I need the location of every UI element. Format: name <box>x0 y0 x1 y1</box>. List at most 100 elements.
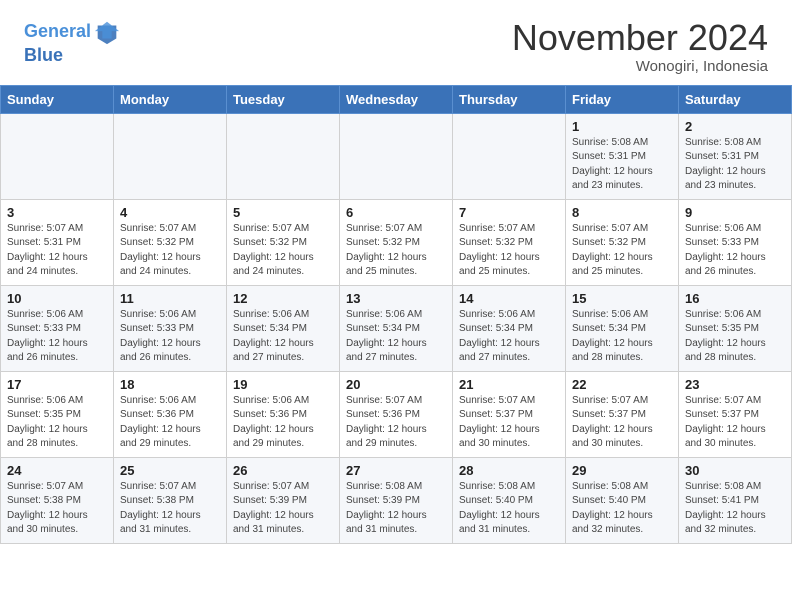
day-cell <box>114 113 227 199</box>
day-number: 2 <box>685 119 785 134</box>
day-info: Sunrise: 5:06 AM Sunset: 5:33 PM Dayligh… <box>7 308 107 366</box>
weekday-header-row: SundayMondayTuesdayWednesdayThursdayFrid… <box>1 85 792 113</box>
day-number: 15 <box>572 291 672 306</box>
day-cell: 20 Sunrise: 5:07 AM Sunset: 5:36 PM Dayli… <box>340 371 453 457</box>
day-info: Sunrise: 5:07 AM Sunset: 5:37 PM Dayligh… <box>572 394 672 452</box>
day-cell: 13Sunrise: 5:06 AM Sunset: 5:34 PM Dayli… <box>340 285 453 371</box>
title-block: November 2024 Wonogiri, Indonesia <box>512 18 768 75</box>
day-info: Sunrise: 5:06 AM Sunset: 5:33 PM Dayligh… <box>120 308 220 366</box>
day-cell: 25Sunrise: 5:07 AM Sunset: 5:38 PM Dayli… <box>114 457 227 543</box>
day-number: 21 <box>459 377 559 392</box>
day-info: Sunrise: 5:07 AM Sunset: 5:32 PM Dayligh… <box>120 222 220 280</box>
day-info: Sunrise: 5:06 AM Sunset: 5:34 PM Dayligh… <box>572 308 672 366</box>
day-number: 8 <box>572 205 672 220</box>
day-cell: 10 Sunrise: 5:06 AM Sunset: 5:33 PM Dayli… <box>1 285 114 371</box>
day-info: Sunrise: 5:07 AM Sunset: 5:32 PM Dayligh… <box>233 222 333 280</box>
day-number: 24 <box>7 463 107 478</box>
weekday-saturday: Saturday <box>679 85 792 113</box>
month-title: November 2024 <box>512 18 768 58</box>
weekday-tuesday: Tuesday <box>227 85 340 113</box>
weekday-monday: Monday <box>114 85 227 113</box>
day-number: 23 <box>685 377 785 392</box>
day-number: 20 <box>346 377 446 392</box>
day-cell: 14 Sunrise: 5:06 AM Sunset: 5:34 PM Dayli… <box>453 285 566 371</box>
day-info: Sunrise: 5:08 AM Sunset: 5:39 PM Dayligh… <box>346 480 446 538</box>
day-cell: 22 Sunrise: 5:07 AM Sunset: 5:37 PM Dayli… <box>566 371 679 457</box>
day-info: Sunrise: 5:06 AM Sunset: 5:36 PM Dayligh… <box>120 394 220 452</box>
header: General Blue November 2024 Wonogiri, Ind… <box>0 0 792 85</box>
day-info: Sunrise: 5:07 AM Sunset: 5:38 PM Dayligh… <box>120 480 220 538</box>
day-number: 28 <box>459 463 559 478</box>
location: Wonogiri, Indonesia <box>512 58 768 75</box>
day-info: Sunrise: 5:08 AM Sunset: 5:40 PM Dayligh… <box>459 480 559 538</box>
day-cell: 16 Sunrise: 5:06 AM Sunset: 5:35 PM Dayli… <box>679 285 792 371</box>
day-number: 17 <box>7 377 107 392</box>
day-cell: 27Sunrise: 5:08 AM Sunset: 5:39 PM Dayli… <box>340 457 453 543</box>
weekday-friday: Friday <box>566 85 679 113</box>
day-number: 16 <box>685 291 785 306</box>
day-info: Sunrise: 5:07 AM Sunset: 5:39 PM Dayligh… <box>233 480 333 538</box>
day-cell <box>453 113 566 199</box>
day-number: 30 <box>685 463 785 478</box>
day-info: Sunrise: 5:07 AM Sunset: 5:32 PM Dayligh… <box>459 222 559 280</box>
day-cell: 6Sunrise: 5:07 AM Sunset: 5:32 PM Daylig… <box>340 199 453 285</box>
day-cell: 5 Sunrise: 5:07 AM Sunset: 5:32 PM Daylig… <box>227 199 340 285</box>
day-cell: 15 Sunrise: 5:06 AM Sunset: 5:34 PM Dayli… <box>566 285 679 371</box>
day-info: Sunrise: 5:06 AM Sunset: 5:34 PM Dayligh… <box>233 308 333 366</box>
weekday-wednesday: Wednesday <box>340 85 453 113</box>
day-cell: 21Sunrise: 5:07 AM Sunset: 5:37 PM Dayli… <box>453 371 566 457</box>
day-number: 12 <box>233 291 333 306</box>
day-cell <box>340 113 453 199</box>
day-cell: 26 Sunrise: 5:07 AM Sunset: 5:39 PM Dayli… <box>227 457 340 543</box>
day-cell: 24Sunrise: 5:07 AM Sunset: 5:38 PM Dayli… <box>1 457 114 543</box>
day-info: Sunrise: 5:06 AM Sunset: 5:36 PM Dayligh… <box>233 394 333 452</box>
week-row-1: 1Sunrise: 5:08 AM Sunset: 5:31 PM Daylig… <box>1 113 792 199</box>
day-number: 11 <box>120 291 220 306</box>
logo-blue: Blue <box>24 46 121 66</box>
calendar-table: SundayMondayTuesdayWednesdayThursdayFrid… <box>0 85 792 544</box>
day-cell <box>227 113 340 199</box>
day-cell <box>1 113 114 199</box>
day-info: Sunrise: 5:08 AM Sunset: 5:41 PM Dayligh… <box>685 480 785 538</box>
day-cell: 11 Sunrise: 5:06 AM Sunset: 5:33 PM Dayli… <box>114 285 227 371</box>
logo: General Blue <box>24 18 121 66</box>
day-info: Sunrise: 5:07 AM Sunset: 5:32 PM Dayligh… <box>572 222 672 280</box>
day-cell: 30 Sunrise: 5:08 AM Sunset: 5:41 PM Dayli… <box>679 457 792 543</box>
day-info: Sunrise: 5:07 AM Sunset: 5:32 PM Dayligh… <box>346 222 446 280</box>
day-number: 26 <box>233 463 333 478</box>
day-number: 1 <box>572 119 672 134</box>
day-cell: 28 Sunrise: 5:08 AM Sunset: 5:40 PM Dayli… <box>453 457 566 543</box>
day-cell: 3 Sunrise: 5:07 AM Sunset: 5:31 PM Daylig… <box>1 199 114 285</box>
day-number: 7 <box>459 205 559 220</box>
day-number: 10 <box>7 291 107 306</box>
weekday-sunday: Sunday <box>1 85 114 113</box>
day-number: 14 <box>459 291 559 306</box>
day-info: Sunrise: 5:06 AM Sunset: 5:35 PM Dayligh… <box>7 394 107 452</box>
day-info: Sunrise: 5:06 AM Sunset: 5:35 PM Dayligh… <box>685 308 785 366</box>
day-cell: 29Sunrise: 5:08 AM Sunset: 5:40 PM Dayli… <box>566 457 679 543</box>
day-number: 22 <box>572 377 672 392</box>
day-info: Sunrise: 5:06 AM Sunset: 5:34 PM Dayligh… <box>459 308 559 366</box>
day-info: Sunrise: 5:07 AM Sunset: 5:31 PM Dayligh… <box>7 222 107 280</box>
week-row-2: 3 Sunrise: 5:07 AM Sunset: 5:31 PM Daylig… <box>1 199 792 285</box>
week-row-4: 17 Sunrise: 5:06 AM Sunset: 5:35 PM Dayli… <box>1 371 792 457</box>
day-cell: 18 Sunrise: 5:06 AM Sunset: 5:36 PM Dayli… <box>114 371 227 457</box>
day-cell: 8 Sunrise: 5:07 AM Sunset: 5:32 PM Daylig… <box>566 199 679 285</box>
day-number: 4 <box>120 205 220 220</box>
day-cell: 12 Sunrise: 5:06 AM Sunset: 5:34 PM Dayli… <box>227 285 340 371</box>
weekday-thursday: Thursday <box>453 85 566 113</box>
day-cell: 9 Sunrise: 5:06 AM Sunset: 5:33 PM Daylig… <box>679 199 792 285</box>
day-number: 18 <box>120 377 220 392</box>
logo-text: General <box>24 22 91 42</box>
day-number: 9 <box>685 205 785 220</box>
day-number: 3 <box>7 205 107 220</box>
day-cell: 23 Sunrise: 5:07 AM Sunset: 5:37 PM Dayli… <box>679 371 792 457</box>
day-cell: 4 Sunrise: 5:07 AM Sunset: 5:32 PM Daylig… <box>114 199 227 285</box>
day-number: 19 <box>233 377 333 392</box>
day-info: Sunrise: 5:06 AM Sunset: 5:34 PM Dayligh… <box>346 308 446 366</box>
day-info: Sunrise: 5:07 AM Sunset: 5:37 PM Dayligh… <box>685 394 785 452</box>
day-info: Sunrise: 5:06 AM Sunset: 5:33 PM Dayligh… <box>685 222 785 280</box>
day-number: 5 <box>233 205 333 220</box>
day-info: Sunrise: 5:07 AM Sunset: 5:36 PM Dayligh… <box>346 394 446 452</box>
day-cell: 7 Sunrise: 5:07 AM Sunset: 5:32 PM Daylig… <box>453 199 566 285</box>
